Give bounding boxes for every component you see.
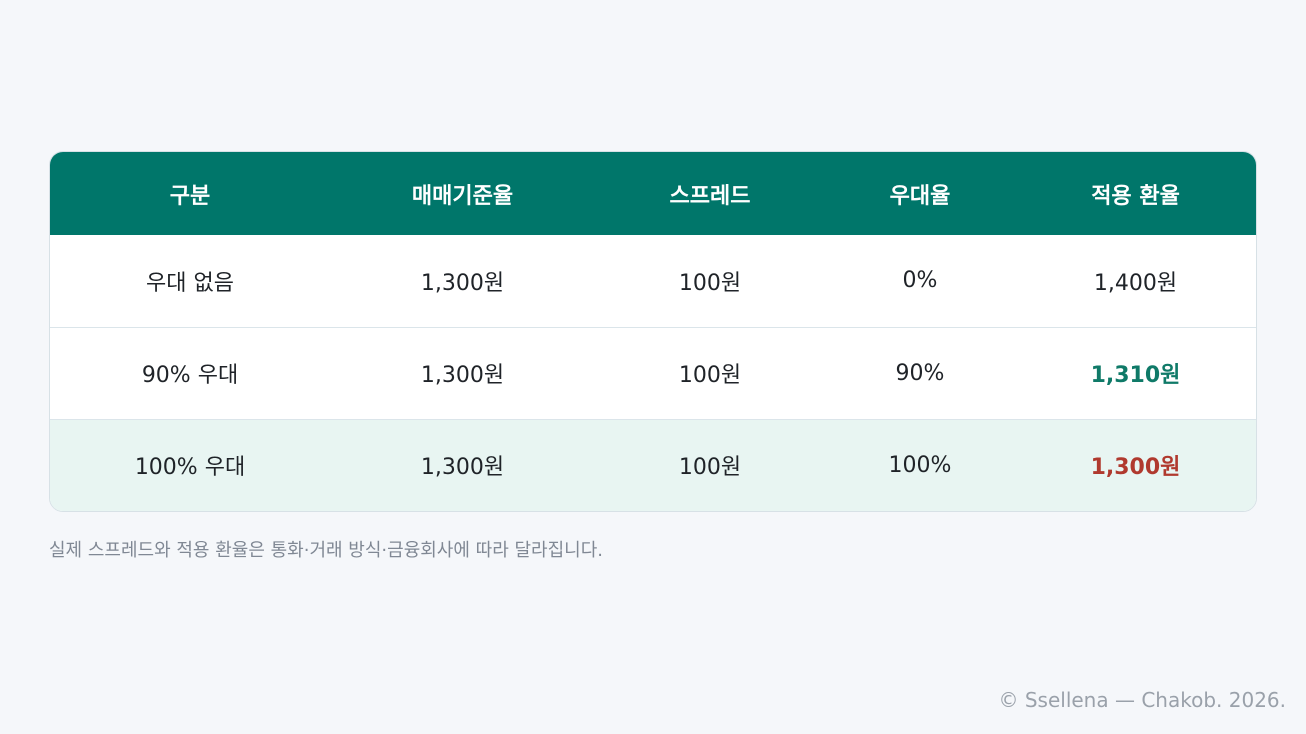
cell-discount-rate: 100% xyxy=(825,418,1015,511)
cell-base-rate: 1,300원 xyxy=(330,326,595,419)
header-base-rate: 매매기준율 xyxy=(411,183,514,209)
cell-category: 100% 우대 xyxy=(50,418,330,511)
cell-applied-rate: 1,400원 xyxy=(1093,270,1178,296)
table-row-highlighted: 100% 우대 1,300원 100원 100% 1,300원 xyxy=(50,418,1256,511)
cell-applied-rate: 1,300원 xyxy=(1015,418,1256,511)
cell-discount-rate: 90% xyxy=(825,326,1015,419)
cell-discount-rate: 0% xyxy=(902,268,938,294)
cell-applied-rate: 1,310원 xyxy=(1015,326,1256,419)
table-row: 우대 없음 1,300원 100원 0% 1,400원 xyxy=(50,235,1256,327)
copyright-notice: © Ssellena — Chakob. 2026. xyxy=(998,688,1286,712)
header-spread: 스프레드 xyxy=(669,183,751,209)
footnote: 실제 스프레드와 적용 환율은 통화·거래 방식·금융회사에 따라 달라집니다. xyxy=(49,540,604,561)
cell-base-rate: 1,300원 xyxy=(420,270,505,296)
cell-category: 우대 없음 xyxy=(146,270,234,296)
header-applied-rate: 적용 환율 xyxy=(1091,183,1180,209)
cell-category: 90% 우대 xyxy=(50,326,330,419)
cell-spread: 100원 xyxy=(595,326,825,419)
exchange-rate-table: 구분 매매기준율 스프레드 우대율 적용 환율 우대 없음 1,300원 100… xyxy=(50,152,1256,511)
table-row: 90% 우대 1,300원 100원 90% 1,310원 xyxy=(50,326,1256,419)
cell-spread: 100원 xyxy=(595,418,825,511)
cell-base-rate: 1,300원 xyxy=(330,418,595,511)
table-header-row: 구분 매매기준율 스프레드 우대율 적용 환율 xyxy=(50,152,1256,235)
exchange-rate-table-card: 구분 매매기준율 스프레드 우대율 적용 환율 우대 없음 1,300원 100… xyxy=(49,151,1257,512)
header-discount-rate: 우대율 xyxy=(889,183,951,209)
cell-spread: 100원 xyxy=(678,270,742,296)
header-category: 구분 xyxy=(169,183,211,209)
